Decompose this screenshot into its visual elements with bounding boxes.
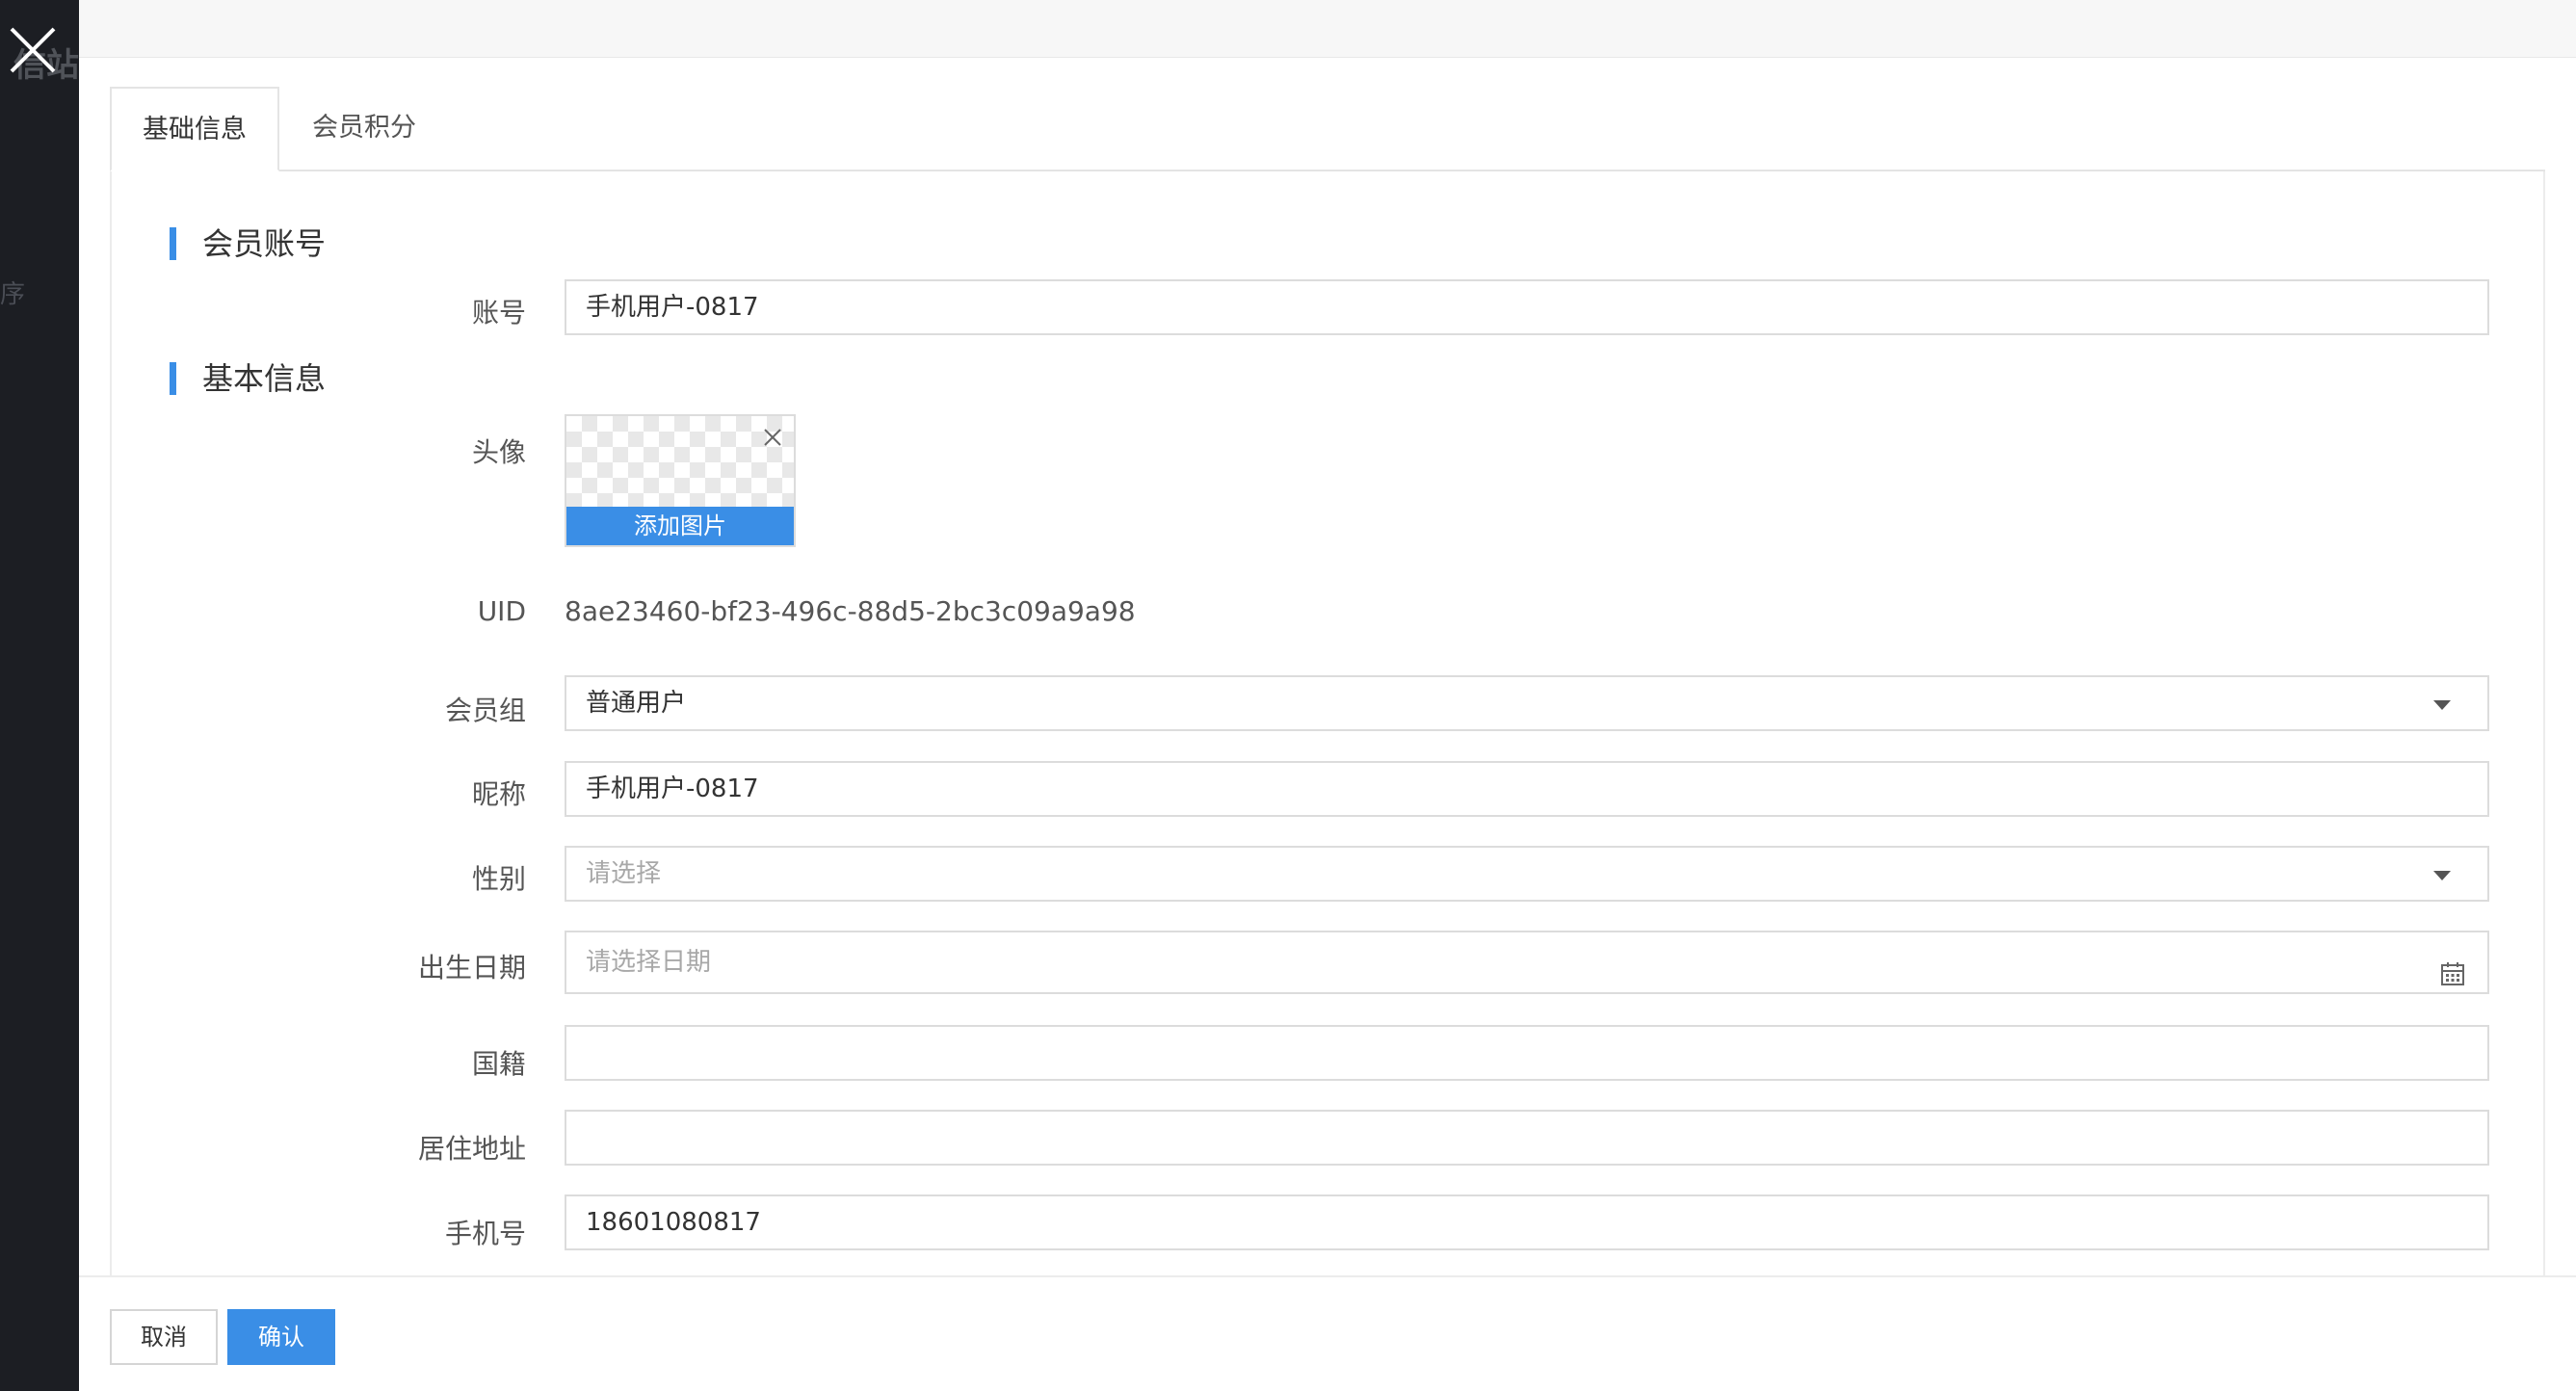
nickname-input[interactable]: 手机用户-0817 — [565, 761, 2489, 817]
avatar-label: 头像 — [471, 436, 526, 468]
tab-basic-info[interactable]: 基础信息 — [110, 87, 279, 171]
birthday-datepicker[interactable]: 请选择日期 — [565, 931, 2489, 994]
nationality-input[interactable] — [565, 1025, 2489, 1081]
page-backdrop: 信站 序 — [0, 0, 79, 1391]
calendar-icon[interactable] — [2439, 950, 2466, 985]
uid-label: UID — [477, 595, 526, 627]
phone-label: 手机号 — [444, 1218, 526, 1249]
member-group-label: 会员组 — [444, 695, 526, 726]
chevron-down-icon — [2433, 871, 2451, 880]
member-group-value: 普通用户 — [586, 689, 687, 718]
drawer-footer: 取消 确认 — [79, 1275, 2576, 1391]
account-input[interactable]: 手机用户-0817 — [565, 279, 2489, 335]
avatar-upload[interactable]: 添加图片 — [565, 414, 796, 547]
remove-icon[interactable] — [761, 426, 784, 449]
chevron-down-icon — [2433, 700, 2451, 710]
nationality-label: 国籍 — [471, 1048, 526, 1080]
drawer-header — [79, 0, 2576, 58]
birthday-placeholder: 请选择日期 — [586, 948, 712, 977]
cancel-button[interactable]: 取消 — [110, 1309, 218, 1365]
section-title-basic: 基本信息 — [170, 362, 326, 395]
address-input[interactable] — [565, 1110, 2489, 1166]
gender-label: 性别 — [471, 863, 526, 895]
address-label: 居住地址 — [417, 1133, 526, 1165]
member-group-select[interactable]: 普通用户 — [565, 675, 2489, 731]
nickname-label: 昵称 — [471, 778, 526, 810]
phone-input[interactable]: 18601080817 — [565, 1194, 2489, 1250]
account-label: 账号 — [471, 297, 526, 328]
backdrop-partial-menu-text: 序 — [0, 280, 26, 309]
edit-member-drawer: 基础信息 会员积分 会员账号 账号 手机用户-0817 基本信息 头像 添加图片… — [79, 0, 2576, 1391]
birthday-label: 出生日期 — [417, 952, 526, 984]
tab-member-points[interactable]: 会员积分 — [281, 87, 447, 171]
add-image-button[interactable]: 添加图片 — [566, 507, 794, 545]
section-title-account: 会员账号 — [170, 227, 326, 260]
gender-placeholder: 请选择 — [586, 859, 662, 888]
gender-select[interactable]: 请选择 — [565, 846, 2489, 902]
tab-bar: 基础信息 会员积分 — [110, 87, 2545, 171]
confirm-button[interactable]: 确认 — [227, 1309, 335, 1365]
close-icon[interactable] — [4, 21, 62, 79]
uid-value: 8ae23460-bf23-496c-88d5-2bc3c09a9a98 — [565, 595, 1136, 627]
form-content: 会员账号 账号 手机用户-0817 基本信息 头像 添加图片 UID 8ae23… — [110, 171, 2545, 1275]
